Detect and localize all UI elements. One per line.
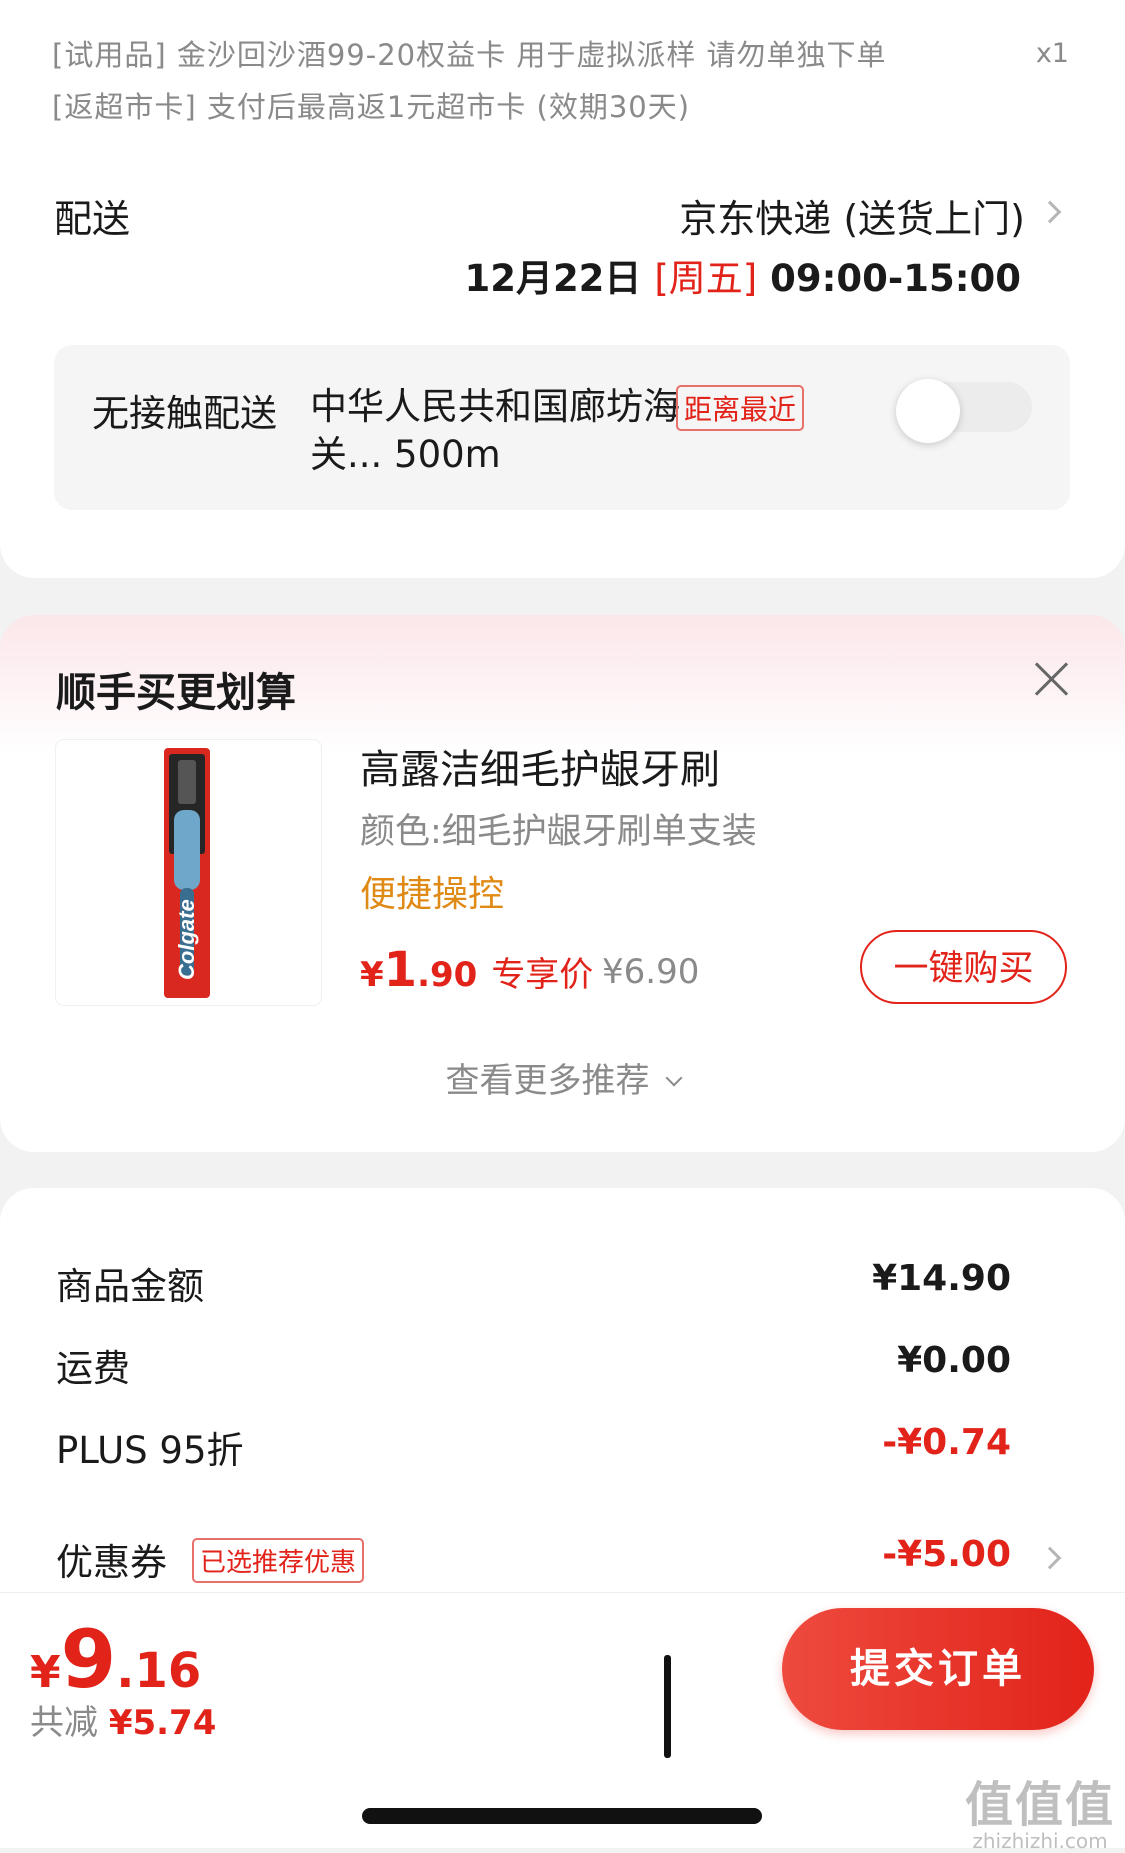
savings-value: ¥5.74 — [108, 1703, 217, 1743]
chevron-right-icon[interactable] — [1038, 200, 1062, 224]
product-price: ¥1.90 专享价 — [360, 942, 593, 998]
amount-summary-card: 商品金额 ¥14.90 运费 ¥0.00 PLUS 95折 -¥0.74 优惠券… — [0, 1188, 1125, 1608]
site-watermark: 值值值 zhizhizhi.com — [965, 1765, 1115, 1853]
delivery-window: 09:00-15:00 — [757, 257, 1021, 300]
contactless-delivery-option: 无接触配送 中华人民共和国廊坊海关... 500m 距离最近 — [54, 345, 1070, 510]
plus-discount-value: -¥0.74 — [882, 1422, 1011, 1463]
savings-label: 共减 — [30, 1703, 109, 1743]
product-name[interactable]: 高露洁细毛护龈牙刷 — [360, 737, 720, 795]
delivery-time[interactable]: 12月22日 [周五] 09:00-15:00 — [464, 248, 1021, 302]
price-currency: ¥ — [360, 955, 384, 995]
gift-item-trial: [试用品] 金沙回沙酒99-20权益卡 用于虚拟派样 请勿单独下单 — [52, 38, 887, 72]
total-price: ¥9.16 — [30, 1613, 201, 1706]
text-cursor — [664, 1655, 671, 1758]
submit-order-button[interactable]: 提交订单 — [782, 1608, 1094, 1730]
product-feature: 便捷操控 — [360, 874, 505, 915]
original-price: ¥6.90 — [602, 952, 700, 992]
contactless-label: 无接触配送 — [92, 392, 277, 435]
chevron-right-icon[interactable] — [1038, 1546, 1062, 1570]
plus-discount-label: PLUS 95折 — [56, 1429, 244, 1472]
home-indicator[interactable] — [362, 1808, 762, 1824]
coupon-selected-badge: 已选推荐优惠 — [192, 1538, 365, 1583]
goods-amount-label: 商品金额 — [56, 1265, 204, 1308]
chevron-down-icon — [665, 1069, 682, 1087]
price-integer: 1 — [383, 942, 418, 998]
watermark-url: zhizhizhi.com — [972, 1829, 1108, 1853]
delivery-weekday: [周五] — [654, 257, 758, 300]
coupon-value[interactable]: -¥5.00 — [882, 1534, 1011, 1575]
toothbrush-image: Colgate — [164, 748, 210, 998]
more-recommendations-link[interactable]: 查看更多推荐 — [0, 1053, 1125, 1102]
gift-item-rebate: [返超市卡] 支付后最高返1元超市卡 (效期30天) — [52, 90, 691, 124]
total-integer: 9 — [60, 1613, 117, 1706]
pickup-address: 中华人民共和国廊坊海关... 500m — [310, 385, 680, 476]
shipping-label: 配送 — [54, 197, 131, 241]
shipping-fee-label: 运费 — [56, 1347, 130, 1390]
toggle-knob — [896, 379, 960, 443]
order-info-card: [试用品] 金沙回沙酒99-20权益卡 用于虚拟派样 请勿单独下单 x1 [返超… — [0, 0, 1125, 578]
one-click-buy-button[interactable]: 一键购买 — [860, 930, 1067, 1004]
delivery-date: 12月22日 — [464, 257, 655, 300]
recommendation-title: 顺手买更划算 — [56, 670, 296, 716]
total-currency: ¥ — [30, 1647, 61, 1698]
more-recommendations-label: 查看更多推荐 — [445, 1061, 650, 1101]
watermark-logo: 值值值 — [964, 1777, 1115, 1833]
total-decimal: .16 — [116, 1643, 202, 1699]
close-icon[interactable] — [1033, 660, 1071, 698]
shipping-method[interactable]: 京东快递 (送货上门) — [679, 188, 1025, 243]
product-spec: 颜色:细毛护龈牙刷单支装 — [360, 812, 757, 852]
exclusive-price-label: 专享价 — [491, 955, 594, 995]
shipping-fee-value: ¥0.00 — [897, 1340, 1011, 1381]
price-decimal: .90 — [417, 955, 478, 995]
recommendation-card: 顺手买更划算 Colgate 高露洁细毛护龈牙刷 颜色:细毛护龈牙刷单支装 便捷… — [0, 615, 1125, 1152]
brand-text: Colgate — [174, 899, 199, 980]
nearest-badge: 距离最近 — [676, 385, 805, 431]
gift-quantity: x1 — [1035, 38, 1069, 69]
contactless-toggle[interactable] — [896, 379, 1032, 443]
total-savings: 共减 ¥5.74 — [30, 1695, 216, 1744]
coupon-label[interactable]: 优惠券 — [56, 1532, 167, 1586]
goods-amount-value: ¥14.90 — [872, 1258, 1011, 1299]
product-thumbnail[interactable]: Colgate — [56, 740, 321, 1005]
